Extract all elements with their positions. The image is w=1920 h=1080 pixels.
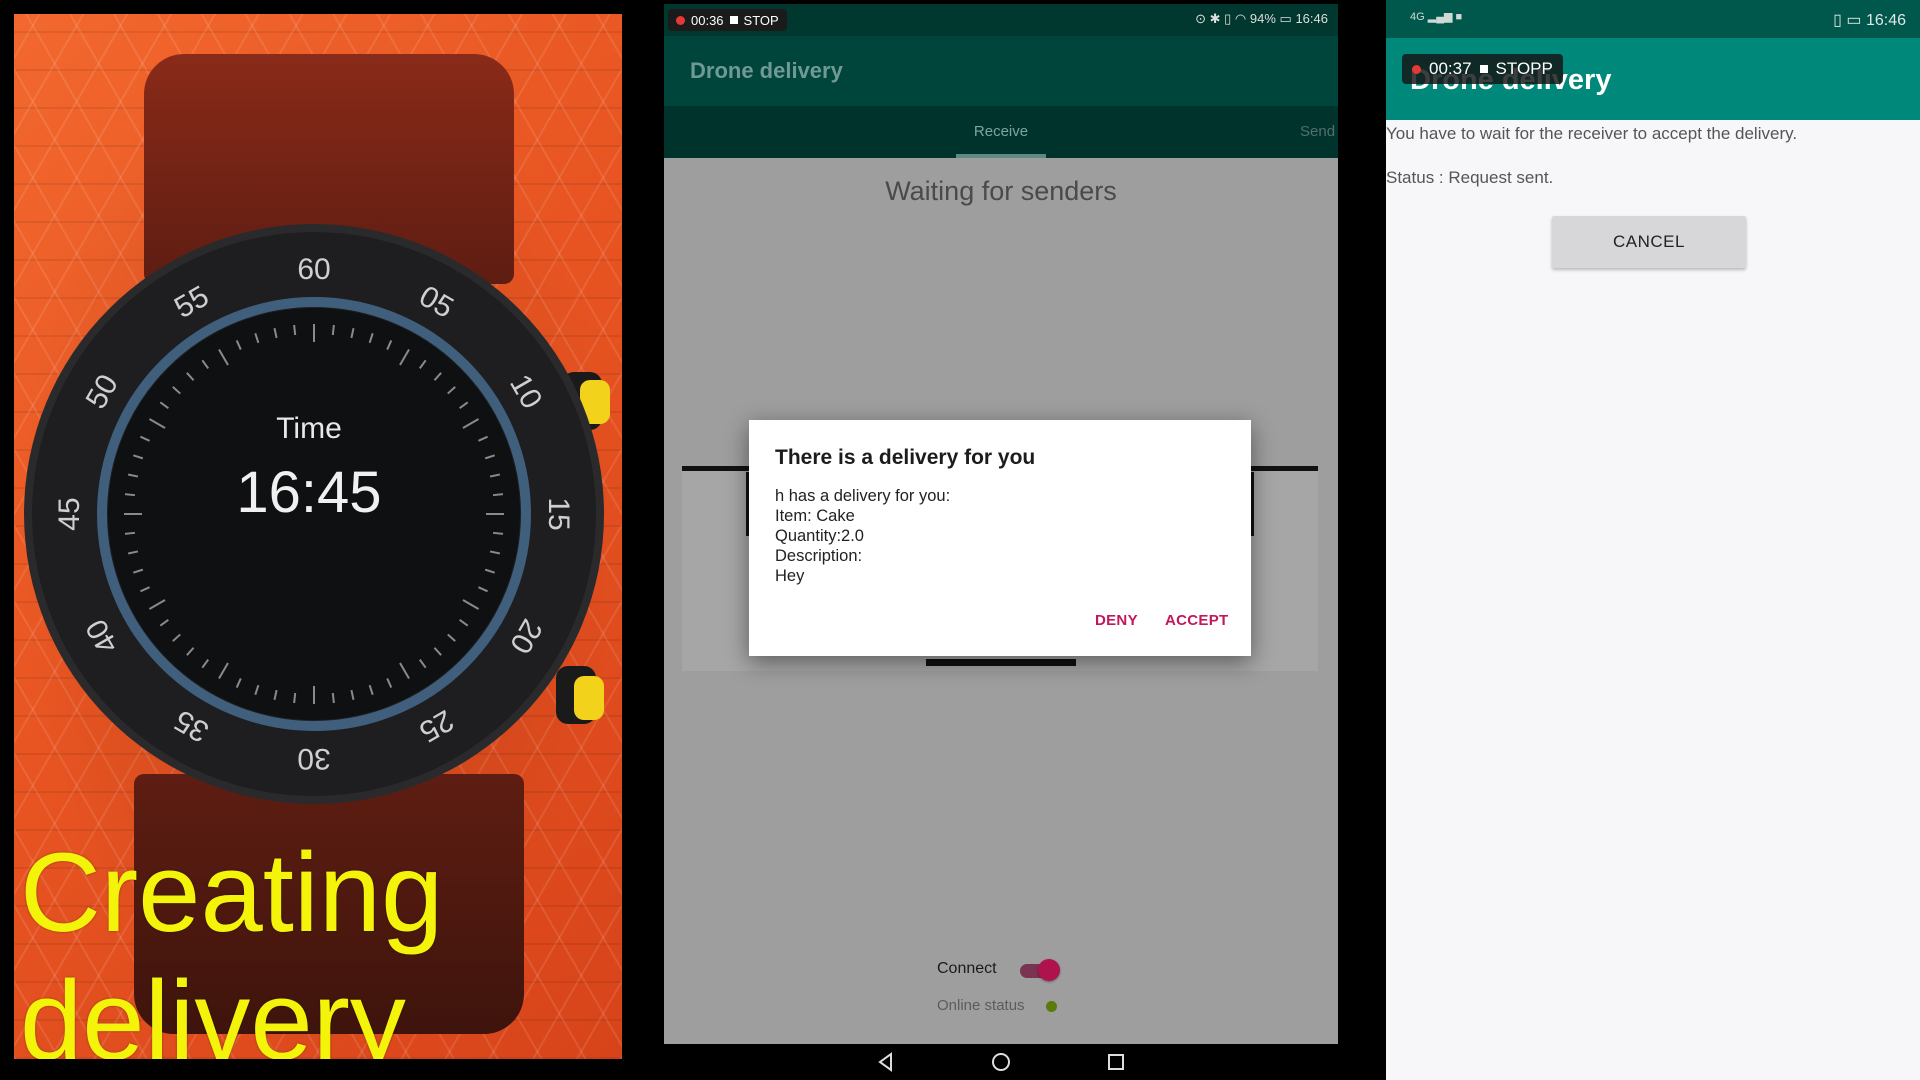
recording-time: 00:36 [691,12,724,28]
dialog-line: Quantity:2.0 [775,527,864,545]
back-icon[interactable] [874,1050,898,1074]
delivery-dialog: There is a delivery for you h has a deli… [749,420,1251,656]
deny-button[interactable]: DENY [1095,612,1138,629]
dialog-line: h has a delivery for you: [775,487,951,505]
status-clock: 16:46 [1295,11,1328,26]
cancel-button[interactable]: CANCEL [1552,216,1746,268]
dialog-title: There is a delivery for you [775,446,1036,469]
battery-icon: ▭ [1279,11,1292,26]
signal-icons: 4G ▂▄▆ ■ [1410,10,1462,23]
connect-label: Connect [937,960,997,977]
wifi-icon: ◠ [1234,11,1247,26]
screen-recording-pill[interactable]: 00:37 STOPP [1402,54,1563,84]
stop-icon [729,16,738,24]
battery-icon: ▭ [1846,12,1862,29]
waiting-text: Waiting for senders [885,176,1117,206]
caption-line-2: delivery [20,958,406,1059]
recording-time: 00:37 [1429,59,1472,78]
receiver-phone-screen: 00:36 STOP ⊙ ✱ ▯ ◠ 94% ▭ 16:46 Drone del… [664,4,1338,1080]
app-title: Drone delivery [690,58,843,83]
watch-tick [331,324,335,336]
dialog-line: Description: [775,547,863,565]
caption-line-1: Creating [20,830,444,955]
dialog-line: Hey [775,567,805,585]
bluetooth-icon: ✱ [1209,11,1221,26]
screen-recording-pill[interactable]: 00:36 STOP [668,9,787,31]
bezel-number: 60 [297,253,330,286]
vibrate-icon: ▯ [1224,11,1232,26]
request-status: Status : Request sent. [1386,168,1554,187]
recording-dot-icon [1412,64,1421,74]
watch-tick [492,531,504,535]
status-bar: 4G ▂▄▆ ■ ▯ ▭ 16:46 [1386,0,1920,38]
dialog-line: Item: Cake [775,507,855,525]
recording-dot-icon [676,15,685,25]
signal-icon: ▂▄▆ [1427,11,1453,23]
watch-tick [331,692,335,704]
notification-icon: ■ [1455,11,1463,23]
dialog-body: h has a delivery for you: Item: Cake Qua… [775,486,950,586]
tab-receive[interactable]: Receive [956,106,1046,158]
location-icon: ⊙ [1195,11,1206,26]
recents-icon[interactable] [1104,1050,1128,1074]
online-status-indicator [1046,1001,1057,1012]
wait-message: You have to wait for the receiver to acc… [1386,124,1798,143]
online-status-label: Online status [937,997,1025,1014]
network-type: 4G [1410,11,1425,23]
accept-button[interactable]: ACCEPT [1165,612,1228,629]
tab-send[interactable]: Send [1300,106,1335,158]
stop-label[interactable]: STOPP [1496,59,1553,79]
navigation-bar [664,1044,1338,1080]
vibrate-icon: ▯ [1833,12,1842,29]
battery-percent: 94% [1249,11,1276,26]
status-bar: 00:36 STOP ⊙ ✱ ▯ ◠ 94% ▭ 16:46 [664,4,1338,36]
watch-photo: 60 05 10 15 20 25 30 35 40 45 50 55 Time 16:45 Crea… [14,14,622,1059]
connect-switch[interactable] [1038,959,1060,981]
status-icons: ▯ ▭ 16:46 [1833,10,1906,30]
watch-tick [293,324,297,336]
app-bar: Drone delivery 00:37 STOPP [1386,38,1920,120]
sender-phone-screen: 4G ▂▄▆ ■ ▯ ▭ 16:46 Drone delivery 00:37 … [1386,0,1920,1080]
stop-icon [1479,65,1488,73]
tab-bar: Receive Send [664,106,1338,158]
bezel-number: 30 [297,742,330,775]
video-caption: Creating delivery [20,829,443,1059]
stop-label[interactable]: STOP [744,13,779,28]
app-bar: Drone delivery [664,36,1338,106]
status-icons: ⊙ ✱ ▯ ◠ 94% ▭ 16:46 [1195,11,1328,27]
background-card-bar [926,659,1076,666]
status-clock: 16:46 [1865,12,1906,29]
watch-time-value: 16:45 [236,460,382,525]
watch-tick [124,531,136,535]
watch-tick [293,692,297,704]
home-icon[interactable] [989,1050,1013,1074]
watch-time-label: Time [276,412,342,445]
